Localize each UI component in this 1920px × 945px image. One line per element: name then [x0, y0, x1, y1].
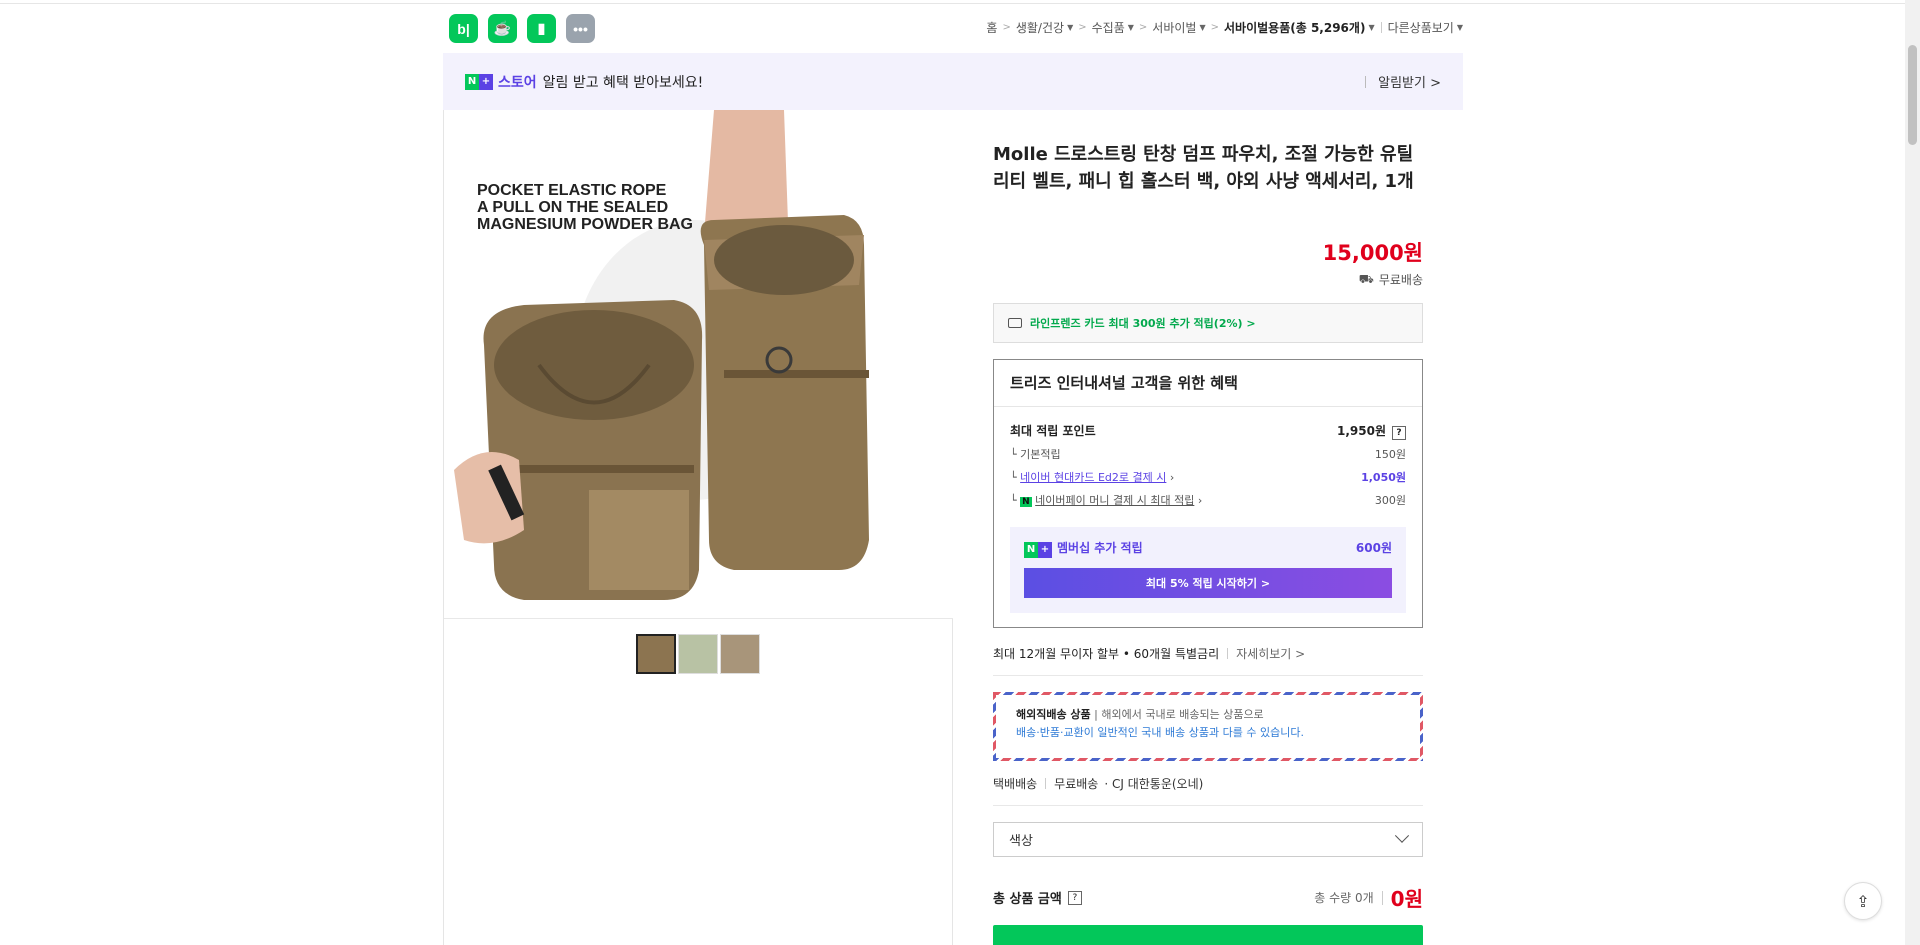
hyundai-card-link[interactable]: 네이버 현대카드 Ed2로 결제 시	[1020, 471, 1166, 484]
installment-text: 최대 12개월 무이자 할부 • 60개월 특별금리	[993, 647, 1220, 661]
breadcrumb: 홈 > 생활/건강 ▼ > 수집품 ▼ > 서바이벌 ▼ > 서바이벌용품(총 5,2…	[986, 19, 1463, 36]
membership-value: 600원	[1355, 541, 1392, 555]
max-points-label: 최대 적립 포인트	[1010, 424, 1096, 438]
caret-down-icon: ▼	[1456, 23, 1463, 32]
help-icon[interactable]: ?	[1392, 426, 1406, 440]
breadcrumb-category-2[interactable]: 수집품	[1092, 19, 1125, 36]
delivery-info: 택배배송 무료배송 · CJ 대한통운(오네)	[993, 775, 1203, 792]
store-label: 스토어	[498, 74, 537, 91]
delivery-carrier: · CJ 대한통운(오네)	[1104, 777, 1204, 791]
total-quantity: 총 수량 0개	[1314, 891, 1374, 905]
chevron-right-icon: >	[1002, 22, 1011, 33]
credit-card-icon	[1008, 318, 1022, 328]
installment-more-link[interactable]: 자세히보기 >	[1236, 645, 1305, 662]
chevron-right-icon: >	[1210, 22, 1219, 33]
breadcrumb-category-4[interactable]: 서바이벌용품(총 5,296개)	[1224, 19, 1365, 36]
overseas-desc-2: 배송·반품·교환이 일반적인 국내 배송 상품과 다를 수 있습니다.	[1016, 726, 1304, 739]
breadcrumb-divider	[1380, 22, 1382, 33]
color-option-label: 색상	[1009, 834, 1033, 849]
hyundai-card-row: └ 네이버 현대카드 Ed2로 결제 시 › 1,050원	[1010, 471, 1406, 484]
caption-line-3: MAGNESIUM POWDER BAG	[477, 216, 693, 233]
thumbnail-list	[636, 634, 760, 674]
page-container: b| ☕ ▮ ••• 홈 > 생활/건강 ▼ > 수집품 ▼ > 서바이벌 ▼ > 서…	[443, 0, 1463, 945]
chevron-right-icon: >	[1138, 22, 1148, 33]
thumbnail-1[interactable]	[636, 634, 676, 674]
share-icon[interactable]: ⇪	[1844, 882, 1882, 920]
shipping-info: ⛟ 무료배송	[1359, 271, 1423, 288]
basic-points-row: └ 기본적립 150원	[1010, 448, 1406, 461]
naver-plus-icon: N +	[1024, 541, 1052, 558]
chevron-down-icon	[1394, 828, 1410, 843]
color-option-select[interactable]: 색상	[993, 822, 1423, 857]
breadcrumb-category-1[interactable]: 생활/건강	[1016, 19, 1064, 36]
caret-down-icon: ▼	[1368, 23, 1375, 32]
help-icon[interactable]: ?	[1067, 890, 1082, 905]
delivery-fee: 무료배송	[1054, 777, 1099, 791]
product-image-caption: POCKET ELASTIC ROPE A PULL ON THE SEALED…	[477, 182, 693, 233]
divider	[993, 675, 1423, 676]
membership-start-button[interactable]: 최대 5% 적립 시작하기 >	[1024, 568, 1392, 598]
max-points-value: 1,950원	[1337, 424, 1386, 438]
breadcrumb-category-3[interactable]: 서바이벌	[1152, 19, 1196, 36]
breadcrumb-home[interactable]: 홈	[986, 19, 997, 36]
alarm-button[interactable]: 알림받기 >	[1365, 72, 1441, 91]
total-label: 총 상품 금액	[993, 892, 1062, 907]
card-offer-box[interactable]: 라인프렌즈 카드 최대 300원 추가 적립(2%) >	[993, 303, 1423, 343]
benefit-box: 트리즈 인터내셔널 고객을 위한 혜택 최대 적립 포인트 1,950원? └ …	[993, 359, 1423, 628]
scrollbar-thumb[interactable]	[1908, 45, 1917, 145]
naver-plus-icon: N +	[465, 73, 493, 90]
basic-points-value: 150원	[1374, 448, 1406, 461]
thumbnail-2[interactable]	[678, 634, 718, 674]
product-title: Molle 드로스트링 탄창 덤프 파우치, 조절 가능한 유틸리티 벨트, 패…	[993, 144, 1414, 192]
cafe-icon[interactable]: ☕	[488, 14, 517, 43]
npay-icon: N	[1020, 497, 1032, 507]
product-price: 15,000원	[1322, 241, 1423, 265]
thumbnail-3[interactable]	[720, 634, 760, 674]
npay-row: └ N 네이버페이 머니 결제 시 최대 적립 › 300원	[1010, 494, 1406, 507]
banner-message: 알림 받고 혜택 받아보세요!	[542, 74, 704, 91]
other-products-button[interactable]: 다른상품보기	[1388, 19, 1454, 36]
overseas-shipping-notice: 해외직배송 상품 | 해외에서 국내로 배송되는 상품으로 배송·반품·교환이 …	[993, 692, 1423, 761]
store-alarm-banner: N + 스토어 알림 받고 혜택 받아보세요! 알림받기 >	[443, 53, 1463, 110]
card-offer-text: 라인프렌즈 카드 최대 300원 추가 적립(2%) >	[1030, 317, 1256, 330]
npay-value: 300원	[1374, 494, 1406, 507]
product-gallery: POCKET ELASTIC ROPE A PULL ON THE SEALED…	[443, 110, 953, 945]
caret-down-icon: ▼	[1199, 23, 1206, 32]
membership-box: N + 멤버십 추가 적립 600원 최대 5% 적립 시작하기 >	[1010, 527, 1406, 613]
total-price-row: 총 상품 금액 ? 총 수량 0개 0원	[993, 883, 1423, 912]
npay-link[interactable]: 네이버페이 머니 결제 시 최대 적립	[1035, 494, 1194, 507]
max-points-row: 최대 적립 포인트 1,950원?	[1010, 422, 1406, 440]
total-amount: 0원	[1390, 887, 1423, 911]
truck-icon: ⛟	[1358, 271, 1374, 286]
basic-points-label: 기본적립	[1020, 448, 1061, 461]
shipping-label: 무료배송	[1378, 273, 1423, 287]
chevron-right-icon: >	[1078, 22, 1087, 33]
membership-label: 멤버십 추가 적립	[1057, 541, 1143, 555]
bookmark-icon[interactable]: ▮	[527, 14, 556, 43]
buy-button[interactable]	[993, 925, 1423, 945]
blog-icon[interactable]: b|	[449, 14, 478, 43]
caption-line-1: POCKET ELASTIC ROPE	[477, 182, 667, 199]
caret-down-icon: ▼	[1127, 23, 1134, 32]
benefit-title: 트리즈 인터내셔널 고객을 위한 혜택	[994, 360, 1422, 407]
divider	[993, 805, 1423, 806]
hyundai-card-value: 1,050원	[1361, 471, 1406, 484]
app-shortcuts: b| ☕ ▮ •••	[449, 14, 595, 43]
caret-down-icon: ▼	[1067, 23, 1074, 32]
installment-info: 최대 12개월 무이자 할부 • 60개월 특별금리 자세히보기 >	[993, 645, 1305, 662]
overseas-title: 해외직배송 상품	[1016, 708, 1091, 721]
alarm-button-label: 알림받기 >	[1378, 76, 1441, 91]
product-main-image[interactable]: POCKET ELASTIC ROPE A PULL ON THE SEALED…	[444, 110, 953, 619]
page-scrollbar[interactable]	[1905, 0, 1920, 945]
caption-line-2: A PULL ON THE SEALED	[477, 199, 669, 216]
delivery-type: 택배배송	[993, 777, 1038, 791]
overseas-desc-1: 해외에서 국내로 배송되는 상품으로	[1101, 708, 1264, 721]
more-icon[interactable]: •••	[566, 14, 595, 43]
